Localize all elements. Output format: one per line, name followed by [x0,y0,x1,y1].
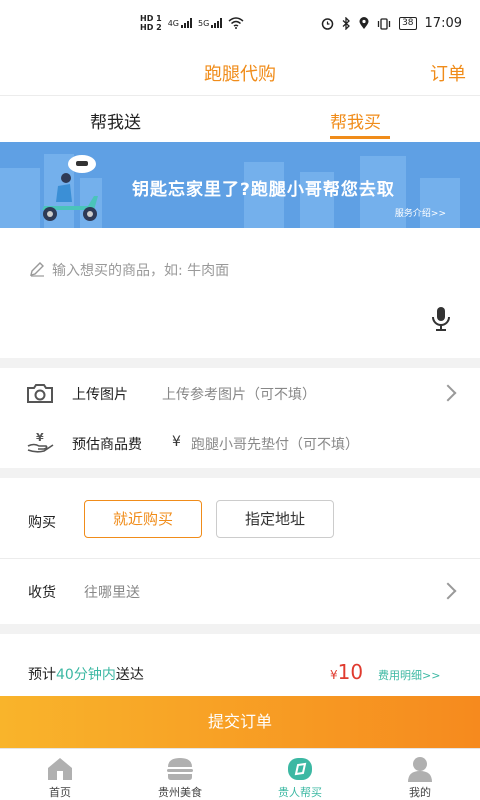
signal-4g-label: 4G [167,19,179,28]
svg-text:¥: ¥ [36,431,44,444]
signal-bars-icon [180,18,192,28]
price-amount: 10 [337,660,364,684]
microphone-icon[interactable] [430,306,452,332]
vibrate-icon [377,17,391,30]
signal-5g-label: 5G [197,19,210,28]
delivery-price: ¥10 [330,660,363,684]
wifi-icon [228,17,244,29]
nav-home-label: 首页 [49,786,71,799]
upload-image-label: 上传图片 [72,387,128,403]
money-hand-icon: ¥ [27,431,54,453]
eta-text: 预计40分钟内送达 [28,664,144,684]
banner-headline: 钥匙忘家里了?跑腿小哥帮您去取 [132,180,395,200]
status-bar: HD 1 HD 2 4G 5G 38 17:09 [0,0,480,48]
upload-section: 上传图片 上传参考图片（可不填） ¥ 预估商品费 ¥ 跑腿小哥先垫付（可不填） [0,368,480,468]
banner-building [420,178,460,228]
profile-icon [408,757,432,782]
service-intro-link[interactable]: 服务介绍>> [395,206,446,219]
nav-food-label: 贵州美食 [158,786,202,799]
receive-row[interactable]: 收货 往哪里送 [0,559,480,624]
tab-bar: 帮我送 帮我买 [0,96,480,142]
item-input-section: 输入想买的商品，如: 牛肉面 [0,228,480,358]
chevron-right-icon [439,582,457,600]
signal-bars-icon [211,18,223,28]
bluetooth-icon [342,17,351,30]
signal-4g: 4G [168,18,192,28]
buy-label: 购买 [28,515,56,531]
nav-help-buy-label: 贵人帮买 [278,786,322,799]
orders-link[interactable]: 订单 [430,60,466,86]
tab-help-buy[interactable]: 帮我买 [330,108,381,133]
estimate-fee-row[interactable]: ¥ 预估商品费 ¥ 跑腿小哥先垫付（可不填） [0,418,480,468]
eta-prefix: 预计 [28,667,56,683]
nav-food[interactable]: 贵州美食 [120,749,240,800]
estimate-fee-hint[interactable]: 跑腿小哥先垫付（可不填） [191,434,359,454]
courier-scooter-icon [42,155,98,221]
upload-image-row[interactable]: 上传图片 上传参考图片（可不填） [0,368,480,418]
network-indicators: HD 1 HD 2 4G 5G [140,14,244,32]
estimate-fee-label: 预估商品费 [72,437,142,453]
home-icon [48,758,72,780]
nav-help-buy[interactable]: 贵人帮买 [240,749,360,800]
app-header: 跑腿代购 订单 [0,48,480,96]
banner-building [0,168,40,228]
camera-icon [27,384,53,403]
estimate-currency: ¥ [172,434,181,450]
active-tab-indicator [330,136,390,139]
receive-label: 收货 [28,585,56,601]
item-input[interactable]: 输入想买的商品，如: 牛肉面 [52,260,229,280]
nav-profile-label: 我的 [409,786,431,799]
eta-suffix: 送达 [115,667,144,683]
specify-address-button[interactable]: 指定地址 [216,500,334,538]
nearby-purchase-button[interactable]: 就近购买 [84,500,202,538]
help-buy-icon [288,758,312,780]
page-title: 跑腿代购 [204,64,276,85]
upload-image-hint: 上传参考图片（可不填） [162,387,316,403]
price-currency: ¥ [330,668,338,682]
location-icon [359,17,369,29]
purchase-section: 购买 就近购买 指定地址 收货 往哪里送 [0,478,480,624]
tab-help-send[interactable]: 帮我送 [90,108,141,133]
delivery-summary: 预计40分钟内送达 ¥10 费用明细>> [0,634,480,696]
receive-address-hint: 往哪里送 [84,585,140,601]
system-indicators: 38 17:09 [321,16,462,31]
hd2-label: HD 2 [140,23,162,32]
hd1-label: HD 1 [140,14,162,23]
signal-5g: 5G [197,18,223,28]
pencil-icon [30,262,44,277]
promo-banner[interactable]: 钥匙忘家里了?跑腿小哥帮您去取 服务介绍>> [0,142,480,228]
nav-profile[interactable]: 我的 [360,749,480,800]
alarm-icon [321,18,334,30]
bottom-nav: 首页 贵州美食 贵人帮买 我的 [0,748,480,800]
submit-order-button[interactable]: 提交订单 [0,696,480,748]
battery-icon: 38 [399,17,417,30]
nav-home[interactable]: 首页 [0,749,120,800]
chevron-right-icon [439,384,457,402]
fee-details-link[interactable]: 费用明细>> [378,667,440,683]
burger-icon [167,758,193,780]
clock: 17:09 [424,16,462,31]
eta-time: 40分钟内 [56,667,116,683]
